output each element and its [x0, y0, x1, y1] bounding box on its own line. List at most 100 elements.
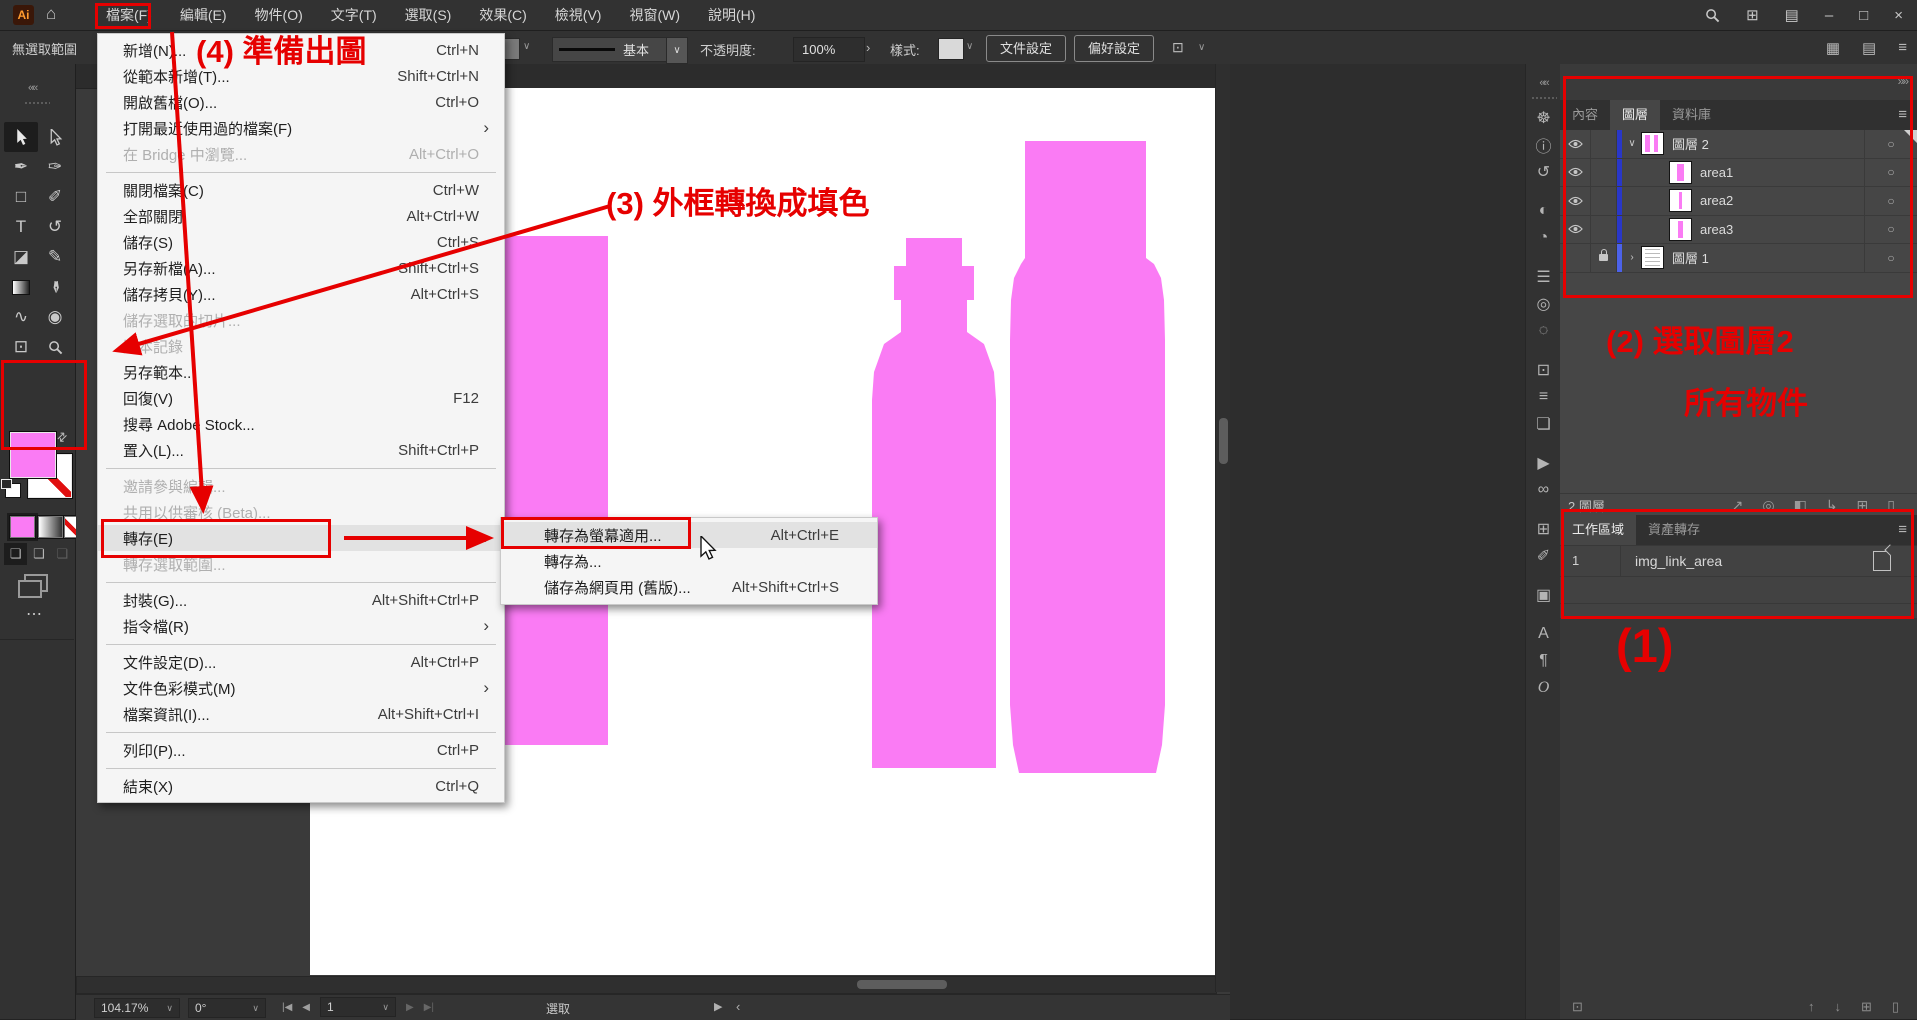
close-icon[interactable]: × — [1894, 7, 1903, 24]
menu-item[interactable]: 封裝(G)... Alt+Shift+Ctrl+P — [98, 587, 504, 613]
dock-panel-icon[interactable] — [1526, 569, 1561, 581]
width-tool[interactable]: ∿ — [4, 302, 38, 332]
menu-item[interactable]: 從範本新增(T)... Shift+Ctrl+N — [98, 63, 504, 89]
圖層 2[interactable]: ∨ 圖層 2 ○ — [1560, 130, 1917, 159]
status-play-icon[interactable]: ▶ — [714, 1000, 722, 1013]
rotation-dropdown[interactable]: 0° ∨ — [188, 998, 266, 1018]
menu-item[interactable] — [98, 727, 504, 737]
zoom-tool[interactable] — [38, 332, 72, 362]
clipping-mask-icon[interactable]: ◧ — [1794, 497, 1807, 514]
menubar-item[interactable]: 文字(T) — [317, 0, 391, 30]
align-panel-icon[interactable]: ≡ — [1526, 383, 1561, 410]
layer-thumbnail[interactable] — [1670, 219, 1691, 240]
pen-tool[interactable]: ✒ — [4, 152, 38, 182]
artwork-shape[interactable] — [1010, 141, 1165, 773]
eye-icon[interactable] — [1568, 196, 1583, 206]
menu-item[interactable]: 檔案資訊(I)... Alt+Shift+Ctrl+I — [98, 701, 504, 727]
target-circle-icon[interactable]: ○ — [1864, 216, 1917, 244]
comps-panel-icon[interactable]: ⊞ — [1526, 515, 1561, 542]
isolate-selection-icon[interactable]: ⊡ — [1172, 39, 1184, 56]
chevron-down-icon[interactable]: ∨ — [966, 41, 973, 52]
opentype-panel-icon[interactable]: O — [1526, 674, 1561, 701]
artboard-name[interactable]: img_link_area — [1621, 553, 1873, 569]
eye-icon[interactable] — [1568, 224, 1583, 234]
history-icon[interactable]: ↺ — [1526, 158, 1561, 185]
move-down-icon[interactable]: ↓ — [1834, 999, 1841, 1015]
type-tool[interactable]: T — [4, 212, 38, 242]
menu-item[interactable] — [98, 167, 504, 177]
lock-cell[interactable] — [1591, 130, 1617, 158]
menu-item[interactable]: 回復(V) F12 — [98, 385, 504, 411]
color-button[interactable] — [10, 516, 35, 538]
layer-name[interactable]: 圖層 2 — [1672, 134, 1864, 153]
layer-thumbnail[interactable] — [1642, 133, 1663, 154]
menubar-item[interactable]: 物件(O) — [241, 0, 317, 30]
menu-item[interactable]: 新增(N)... Ctrl+N — [98, 37, 504, 63]
visibility-cell[interactable] — [1560, 130, 1591, 158]
artboard-options-icon[interactable]: ⊡ — [1560, 999, 1583, 1015]
horizontal-scroll-thumb[interactable] — [857, 980, 947, 989]
artboards-panel-icon[interactable]: ⊡ — [1526, 356, 1561, 383]
delete-artboard-icon[interactable]: ▯ — [1892, 999, 1899, 1015]
menu-item[interactable]: 搜尋 Adobe Stock... — [98, 411, 504, 437]
opacity-more-icon[interactable]: › — [866, 40, 870, 55]
search-icon[interactable] — [1705, 8, 1720, 23]
layer-name[interactable]: area2 — [1700, 193, 1864, 208]
artboard-number-dropdown[interactable]: 1 ∨ — [320, 997, 396, 1017]
chevron-down-icon[interactable]: ∨ — [666, 37, 688, 64]
menubar-item[interactable]: 視窗(W) — [615, 0, 694, 30]
menu-item[interactable]: 轉存選取範圍... — [98, 551, 504, 577]
panel-tab[interactable]: 資料庫 — [1660, 100, 1723, 130]
direct-selection-tool[interactable] — [38, 122, 72, 152]
menu-item[interactable]: 轉存為螢幕適用... Alt+Ctrl+E — [501, 522, 877, 548]
symbols-panel-icon[interactable]: ▣ — [1526, 581, 1561, 608]
new-artboard-icon[interactable]: ⊞ — [1861, 999, 1872, 1015]
menu-item[interactable]: 結束(X) Ctrl+Q — [98, 773, 504, 799]
target-circle-icon[interactable]: ○ — [1864, 130, 1917, 158]
new-sublayer-icon[interactable]: ↳ — [1826, 497, 1838, 514]
properties-wheel-icon[interactable]: ☸ — [1526, 104, 1561, 131]
style-swatch[interactable] — [938, 38, 964, 60]
menu-item[interactable]: 文件設定(D)... Alt+Ctrl+P — [98, 649, 504, 675]
horizontal-scrollbar[interactable] — [76, 976, 1217, 994]
menu-item[interactable] — [98, 577, 504, 587]
menu-item[interactable]: 關閉檔案(C) Ctrl+W — [98, 177, 504, 203]
shaper-tool[interactable]: ✎ — [38, 242, 72, 272]
delete-layer-icon[interactable]: ▯ — [1887, 497, 1895, 514]
menu-item[interactable]: 開啟舊檔(O)... Ctrl+O — [98, 89, 504, 115]
draw-inside-icon[interactable]: ❏ — [51, 543, 74, 565]
character-panel-icon[interactable]: A — [1526, 620, 1561, 647]
eye-icon[interactable] — [1568, 167, 1583, 177]
expand-panels-icon[interactable]: «« — [1526, 74, 1561, 92]
status-pan-icon[interactable]: ‹ — [736, 999, 740, 1014]
dock-panel-icon[interactable] — [1526, 344, 1561, 356]
rotate-tool[interactable]: ↺ — [38, 212, 72, 242]
menu-icon[interactable]: ≡ — [1898, 39, 1907, 57]
info-icon[interactable]: ⓘ — [1526, 131, 1561, 158]
layer-name[interactable]: 圖層 1 — [1672, 248, 1864, 267]
workspace-grid-icon[interactable]: ⊞ — [1746, 6, 1759, 24]
brushes-panel-icon[interactable]: ✐ — [1526, 542, 1561, 569]
arrange-docs-icon[interactable]: ▦ — [1826, 39, 1840, 57]
edit-toolbar-icon[interactable]: ⋯ — [26, 604, 42, 624]
menu-item[interactable]: 打開最近使用過的檔案(F) › — [98, 115, 504, 141]
lock-cell[interactable] — [1591, 244, 1617, 272]
menubar-item[interactable]: 檔案(F) — [92, 0, 166, 30]
default-fill-stroke-icon[interactable] — [6, 484, 20, 497]
menu-item[interactable]: 儲存為網頁用 (舊版)... Alt+Shift+Ctrl+S — [501, 574, 877, 600]
expand-icon[interactable]: ∨ — [1622, 138, 1642, 149]
menu-item[interactable]: 轉存為... — [501, 548, 877, 574]
panel-tab[interactable]: 工作區域 — [1560, 515, 1636, 545]
menu-item[interactable]: 置入(L)... Shift+Ctrl+P — [98, 437, 504, 463]
area2[interactable]: area2 ○ — [1560, 187, 1917, 216]
stroke-style-dropdown[interactable]: 基本 — [552, 37, 678, 62]
vertical-scroll-thumb[interactable] — [1219, 418, 1228, 464]
panel-tab[interactable]: 資產轉存 — [1636, 515, 1712, 545]
panel-tab[interactable]: 內容 — [1560, 100, 1610, 130]
next-artboard-icon[interactable]: ▶ — [406, 1002, 414, 1013]
panel-grip[interactable] — [1531, 96, 1557, 100]
target-circle-icon[interactable]: ○ — [1864, 244, 1917, 272]
layer-thumbnail[interactable] — [1642, 247, 1663, 268]
pathfinder-panel-icon[interactable]: ❏ — [1526, 410, 1561, 437]
layer-thumbnail[interactable] — [1670, 190, 1691, 211]
